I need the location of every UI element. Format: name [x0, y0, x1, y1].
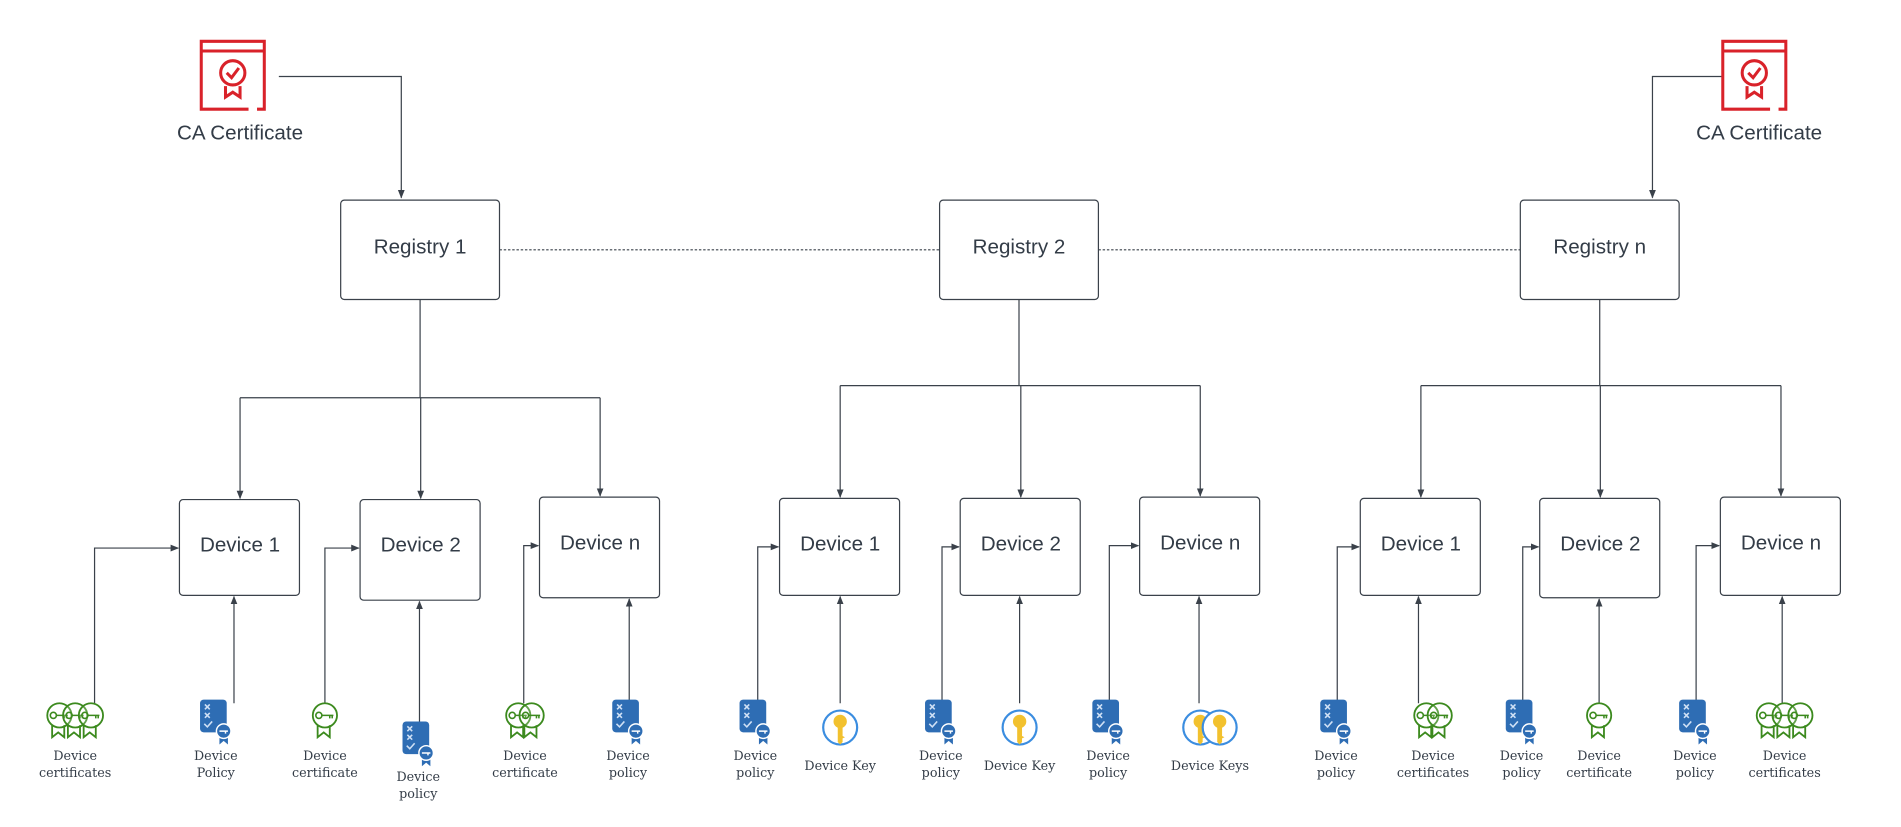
input-connector — [93, 544, 180, 704]
input-label: policy — [1676, 765, 1715, 780]
check-mark — [225, 67, 241, 80]
device-label: Device 1 — [1381, 532, 1461, 555]
device-certificate-icon — [1787, 702, 1814, 740]
device-policy-icon — [1505, 699, 1538, 745]
input-label: Device — [1577, 748, 1621, 763]
input-label: Device Key — [984, 758, 1056, 773]
input-label: policy — [922, 765, 961, 780]
input-label: certificate — [492, 765, 558, 780]
input-label: Device — [194, 748, 238, 763]
device-label: Device n — [1741, 531, 1821, 554]
ca-certificate-label: CA Certificate — [1696, 122, 1822, 145]
input-label: Device — [303, 748, 347, 763]
input-label: Device — [733, 748, 777, 763]
ca-certificate-label: CA Certificate — [177, 122, 303, 145]
device-policy-icon — [1679, 699, 1711, 745]
check-mark — [1747, 67, 1762, 80]
device-policy-icon — [1092, 699, 1124, 745]
input-label: Device — [606, 748, 650, 763]
registry-diagram: CA Certificate CA Certificate Registry 1 De… — [39, 39, 1841, 801]
seal-circle — [1740, 59, 1768, 87]
input-connector — [941, 543, 960, 704]
input-label: Device — [53, 748, 97, 763]
registry-label: Registry n — [1553, 235, 1646, 258]
registry-label: Registry 2 — [973, 235, 1066, 258]
input-label: policy — [1089, 765, 1128, 780]
input-label: Device — [1086, 748, 1130, 763]
input-connector — [324, 544, 360, 704]
device-certificate-icon — [1586, 702, 1613, 740]
input-label: Device — [1763, 748, 1807, 763]
input-label: Device — [1500, 748, 1544, 763]
ca-certificate-icon — [1721, 39, 1788, 111]
input-connector — [523, 542, 540, 704]
device-label: Device n — [560, 531, 640, 554]
device-policy-icon — [612, 699, 644, 745]
input-connector — [1336, 543, 1360, 704]
device-label: Device 2 — [1560, 532, 1640, 555]
input-label: Device — [1673, 748, 1717, 763]
input-connector — [1108, 542, 1140, 704]
input-label: certificates — [39, 765, 111, 780]
device-key-icon — [1201, 709, 1238, 746]
ribbon — [223, 86, 242, 100]
input-label: certificate — [292, 765, 358, 780]
input-connector — [1522, 543, 1540, 704]
input-label: Device — [503, 748, 547, 763]
input-label: Device Key — [804, 758, 876, 773]
input-label: Device — [396, 769, 440, 784]
input-label: policy — [609, 765, 648, 780]
input-label: certificate — [1566, 765, 1632, 780]
input-label: Device — [1314, 748, 1358, 763]
device-label: Device 1 — [800, 532, 880, 555]
device-label: Device 1 — [200, 534, 280, 557]
device-policy-icon — [925, 699, 957, 745]
key-bow — [833, 714, 847, 729]
device-certificate-icon — [311, 702, 338, 740]
device-certificate-icon — [77, 702, 104, 740]
input-label: certificates — [1748, 765, 1820, 780]
registry-label: Registry 1 — [374, 235, 467, 258]
device-policy-icon — [200, 699, 232, 745]
device-policy-icon — [739, 699, 772, 745]
key-bow — [1212, 714, 1227, 729]
input-label: policy — [399, 786, 438, 801]
input-label: Policy — [197, 765, 236, 780]
ribbon — [1745, 86, 1764, 100]
device-policy-icon — [402, 721, 435, 767]
device-key-icon — [1001, 709, 1038, 746]
input-label: policy — [1317, 765, 1356, 780]
input-label: policy — [1502, 765, 1541, 780]
device-label: Device n — [1160, 531, 1240, 554]
device-key-icon — [822, 709, 859, 746]
input-label: Device — [919, 748, 963, 763]
input-connector — [757, 543, 780, 704]
ca-certificate-icon — [199, 39, 266, 111]
input-label: Device Keys — [1171, 758, 1249, 773]
input-label: policy — [736, 765, 775, 780]
input-label: Device — [1411, 748, 1455, 763]
device-label: Device 2 — [381, 534, 461, 557]
input-label: certificates — [1397, 765, 1469, 780]
device-label: Device 2 — [981, 532, 1061, 555]
input-connector — [1695, 542, 1720, 704]
device-policy-icon — [1320, 699, 1352, 745]
key-bow — [1012, 714, 1027, 729]
seal-circle — [219, 59, 247, 87]
